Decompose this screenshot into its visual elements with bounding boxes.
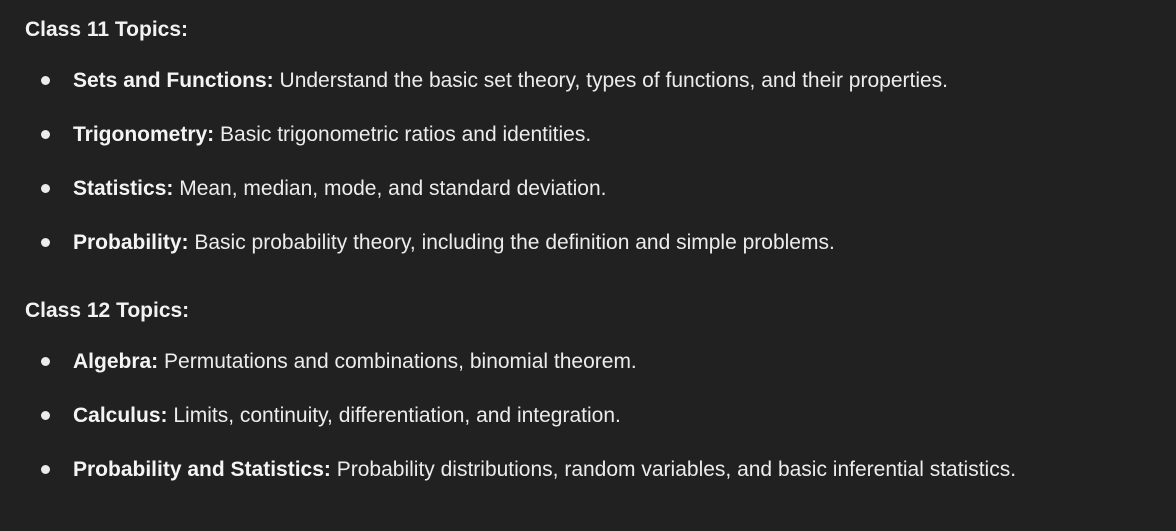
topic-term: Statistics:: [73, 177, 174, 200]
bullet-icon: [41, 238, 50, 247]
list-item: Trigonometry: Basic trigonometric ratios…: [0, 114, 1176, 156]
list-item: Probability and Statistics: Probability …: [0, 449, 1176, 491]
topic-term: Probability and Statistics:: [73, 458, 331, 481]
topic-description: Probability distributions, random variab…: [330, 458, 1017, 481]
list-item: Algebra: Permutations and combinations, …: [0, 341, 1176, 383]
section-heading-class-11: Class 11 Topics:: [25, 18, 189, 41]
bullet-icon: [41, 76, 50, 85]
section-heading-class-12: Class 12 Topics:: [25, 299, 190, 322]
topic-list-class-11: Sets and Functions: Understand the basic…: [0, 60, 1176, 264]
list-item: Sets and Functions: Understand the basic…: [0, 60, 1176, 102]
topic-description: Mean, median, mode, and standard deviati…: [173, 177, 607, 200]
topic-description: Permutations and combinations, binomial …: [158, 350, 637, 373]
bullet-icon: [41, 411, 50, 420]
topic-list-class-12: Algebra: Permutations and combinations, …: [0, 341, 1176, 491]
bullet-icon: [41, 184, 50, 193]
topic-description: Limits, continuity, differentiation, and…: [167, 404, 621, 427]
topic-description: Understand the basic set theory, types o…: [273, 69, 949, 92]
list-item: Calculus: Limits, continuity, differenti…: [0, 395, 1176, 437]
topic-description: Basic probability theory, including the …: [188, 231, 835, 254]
topic-term: Calculus:: [73, 404, 168, 427]
bullet-icon: [41, 130, 50, 139]
topic-description: Basic trigonometric ratios and identitie…: [214, 123, 592, 146]
topic-term: Trigonometry:: [73, 123, 215, 146]
topic-term: Algebra:: [73, 350, 159, 373]
list-item: Probability: Basic probability theory, i…: [0, 222, 1176, 264]
topic-term: Probability:: [73, 231, 189, 254]
topic-term: Sets and Functions:: [73, 69, 274, 92]
list-item: Statistics: Mean, median, mode, and stan…: [0, 168, 1176, 210]
bullet-icon: [41, 357, 50, 366]
chat-message-content: Class 11 Topics: Sets and Functions: Und…: [0, 0, 1176, 531]
bullet-icon: [41, 465, 50, 474]
